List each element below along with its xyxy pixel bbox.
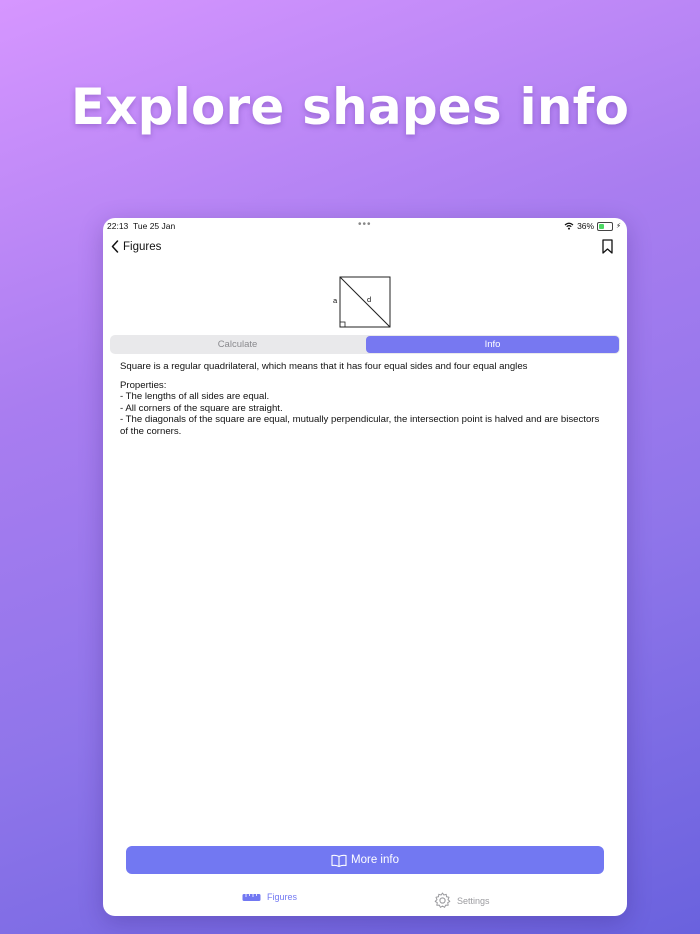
wifi-icon (564, 222, 574, 230)
charging-icon: ⚡ (616, 223, 621, 230)
status-bar: 22:13 Tue 25 Jan ••• 36% ⚡ (103, 218, 627, 232)
tab-bar: Figures Settings (103, 892, 627, 912)
battery-percent: 36% (577, 221, 595, 231)
multitasking-dots-icon[interactable]: ••• (358, 219, 372, 230)
segment-calculate[interactable]: Calculate (111, 336, 364, 353)
tab-figures[interactable]: Figures (242, 892, 297, 902)
status-time: 22:13 Tue 25 Jan (107, 221, 175, 231)
chevron-left-icon (111, 240, 119, 253)
bookmark-button[interactable] (602, 239, 613, 259)
headline: Explore shapes info (70, 78, 630, 136)
status-date: Tue 25 Jan (133, 221, 176, 231)
diagonal-label: d (367, 295, 371, 304)
info-intro: Square is a regular quadrilateral, which… (120, 361, 528, 372)
tab-settings-label: Settings (457, 895, 490, 906)
back-label: Figures (123, 240, 162, 253)
side-label: a (333, 296, 338, 305)
status-clock: 22:13 (107, 221, 129, 231)
navigation-bar: Figures (103, 238, 627, 258)
segment-info[interactable]: Info (366, 336, 619, 353)
square-diagram: a d (333, 276, 391, 328)
device-screen: 22:13 Tue 25 Jan ••• 36% ⚡ Figures a d C… (103, 218, 627, 916)
status-indicators: 36% ⚡ (564, 221, 621, 231)
book-icon (331, 854, 347, 867)
square-figure: a d (331, 275, 395, 336)
info-content: Square is a regular quadrilateral, which… (120, 361, 605, 438)
property-item: - All corners of the square are straight… (120, 402, 283, 414)
more-info-label: More info (351, 854, 399, 866)
back-button[interactable]: Figures (111, 240, 161, 253)
gear-icon (434, 892, 451, 908)
ruler-icon (242, 893, 261, 901)
property-item: - The diagonals of the square are equal,… (120, 414, 600, 437)
mode-segmented-control: Calculate Info (110, 335, 620, 354)
bookmark-icon (602, 239, 613, 254)
property-item: - The lengths of all sides are equal. (120, 391, 270, 403)
tab-figures-label: Figures (267, 892, 298, 902)
more-info-button[interactable]: More info (126, 846, 604, 874)
properties-title: Properties: (120, 379, 167, 391)
tab-settings[interactable]: Settings (434, 892, 490, 909)
battery-icon (597, 221, 614, 231)
